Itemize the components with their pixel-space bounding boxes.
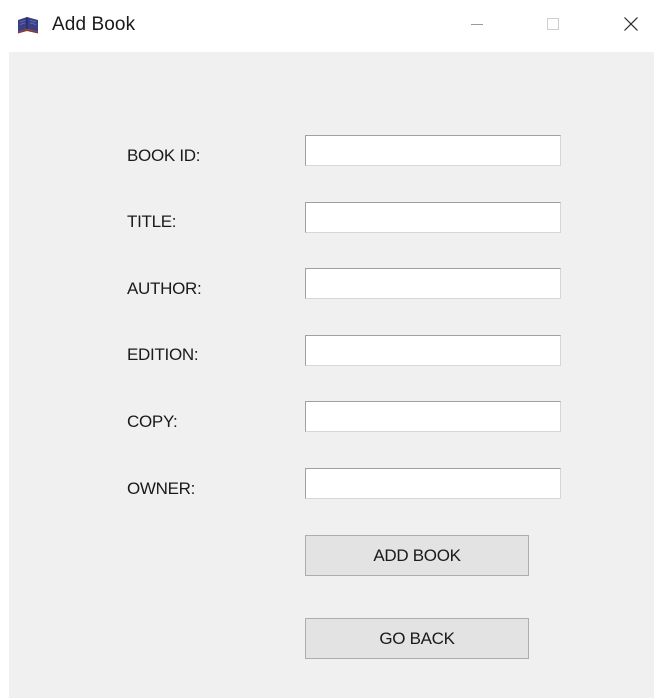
- copy-label: COPY:: [127, 412, 178, 431]
- add-book-window: Add Book BOOK ID: TITLE: AUTHOR: EDITION…: [0, 0, 659, 698]
- edition-label: EDITION:: [127, 345, 199, 364]
- add-book-button[interactable]: ADD BOOK: [305, 535, 529, 576]
- title-bar[interactable]: Add Book: [0, 0, 659, 52]
- book-id-label: BOOK ID:: [127, 146, 201, 165]
- book-id-input[interactable]: [305, 135, 561, 166]
- copy-input[interactable]: [305, 401, 561, 432]
- minimize-button[interactable]: [447, 0, 507, 52]
- close-icon: [623, 16, 639, 37]
- maximize-button[interactable]: [523, 0, 583, 52]
- edition-input[interactable]: [305, 335, 561, 366]
- maximize-icon: [546, 17, 560, 36]
- close-button[interactable]: [601, 0, 659, 52]
- title-input[interactable]: [305, 202, 561, 233]
- author-input[interactable]: [305, 268, 561, 299]
- owner-label: OWNER:: [127, 479, 196, 498]
- go-back-button[interactable]: GO BACK: [305, 618, 529, 659]
- window-title: Add Book: [52, 14, 136, 35]
- title-label: TITLE:: [127, 212, 177, 231]
- book-icon: [17, 16, 39, 34]
- author-label: AUTHOR:: [127, 279, 202, 298]
- owner-input[interactable]: [305, 468, 561, 499]
- minimize-icon: [470, 17, 484, 36]
